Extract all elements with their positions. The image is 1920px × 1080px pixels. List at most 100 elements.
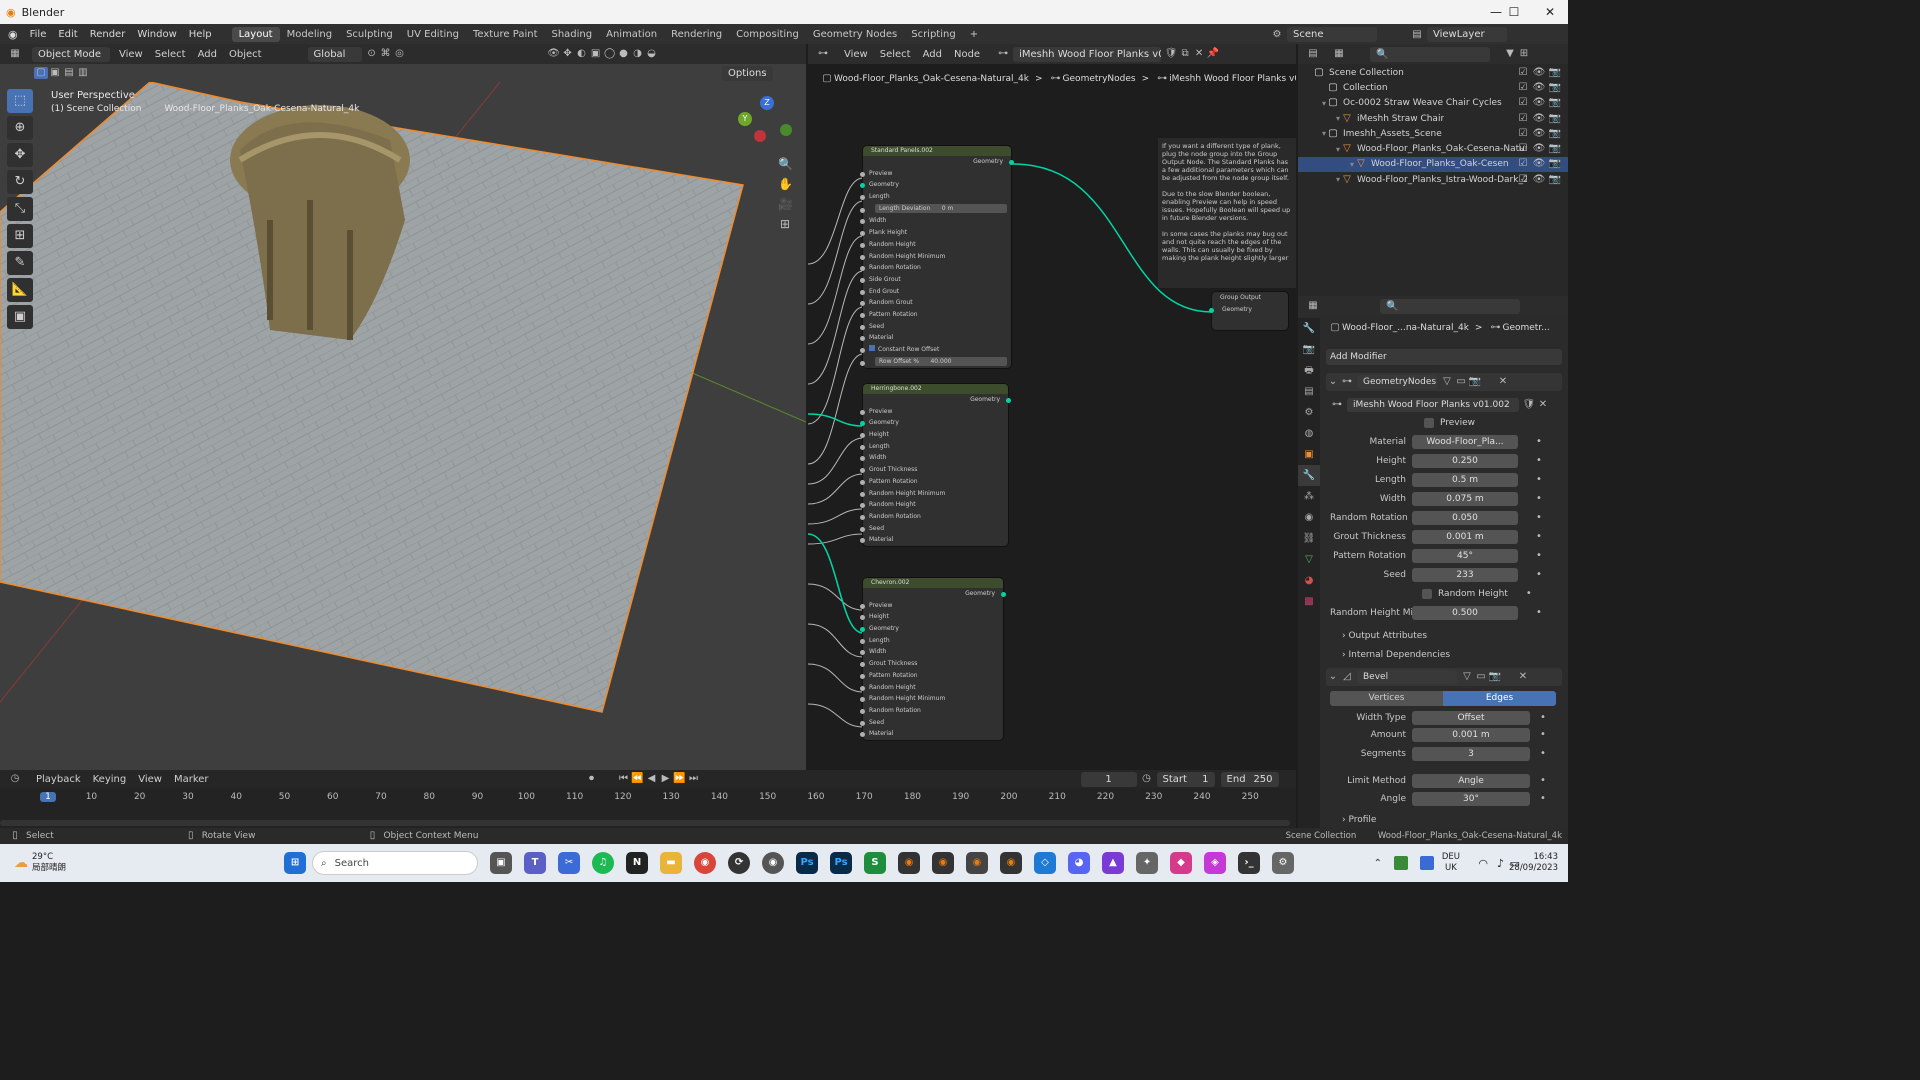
- unlink-icon[interactable]: ✕: [1536, 399, 1550, 411]
- remove-modifier-icon[interactable]: ✕: [1496, 376, 1510, 388]
- socket-dot[interactable]: [860, 697, 865, 703]
- visibility-icon[interactable]: 👁: [547, 48, 561, 60]
- profile-panel[interactable]: › Profile: [1342, 815, 1376, 825]
- bevel-name-field[interactable]: Bevel: [1357, 670, 1457, 684]
- node-socket-row[interactable]: Length Deviation 0 m: [860, 203, 1011, 216]
- node-menu-add[interactable]: Add: [917, 48, 948, 61]
- shading-solid-icon[interactable]: ●: [617, 48, 631, 60]
- field-value[interactable]: 0.001 m: [1412, 728, 1530, 742]
- annotate-tool-icon[interactable]: ✎: [7, 251, 33, 275]
- tab-scripting[interactable]: Scripting: [904, 27, 962, 42]
- field-value[interactable]: 0.500: [1412, 606, 1518, 620]
- tab-edges[interactable]: Edges: [1443, 691, 1556, 706]
- node-socket-row[interactable]: Pattern Rotation: [860, 309, 1011, 321]
- keyframe-dot-icon[interactable]: •: [1532, 512, 1546, 524]
- editor-type-icon[interactable]: ▦: [8, 48, 22, 60]
- socket-dot[interactable]: [860, 444, 865, 450]
- tab-rendering[interactable]: Rendering: [664, 27, 729, 42]
- close-icon[interactable]: ✕: [1532, 0, 1568, 24]
- new-collection-icon[interactable]: ⊞: [1517, 48, 1531, 60]
- grid-icon[interactable]: ⊞: [778, 218, 792, 230]
- tray-chevron-icon[interactable]: ⌃: [1374, 858, 1382, 869]
- socket-dot[interactable]: [860, 324, 865, 330]
- node-socket-row[interactable]: Side Grout: [860, 274, 1011, 286]
- tab-geometry-nodes[interactable]: Geometry Nodes: [806, 27, 904, 42]
- properties-search-input[interactable]: 🔍: [1380, 298, 1520, 314]
- node-socket-row[interactable]: Height: [860, 611, 1003, 623]
- keyframe-dot-icon[interactable]: •: [1536, 775, 1550, 787]
- menu-edit[interactable]: Edit: [52, 29, 83, 40]
- socket-dot[interactable]: [860, 433, 865, 439]
- add-modifier-button[interactable]: Add Modifier: [1326, 349, 1562, 365]
- socket-dot[interactable]: [860, 242, 865, 248]
- node-socket-row[interactable]: Preview: [860, 168, 1011, 180]
- field-value[interactable]: 30°: [1412, 792, 1530, 806]
- socket-dot[interactable]: [860, 638, 865, 644]
- fake-user-icon[interactable]: 🛡: [1164, 48, 1178, 60]
- node-socket-row[interactable]: Preview: [860, 406, 1008, 418]
- node-menu-select[interactable]: Select: [874, 48, 917, 61]
- socket-dot[interactable]: [860, 538, 865, 544]
- current-frame-field[interactable]: 1: [1080, 771, 1137, 787]
- node-socket-row[interactable]: Width: [860, 452, 1008, 464]
- tab-layout[interactable]: Layout: [231, 26, 280, 42]
- socket-dot[interactable]: [860, 720, 865, 726]
- expand-arrow-icon[interactable]: ▾: [1298, 99, 1326, 108]
- timeline-scrollbar[interactable]: [0, 820, 1290, 826]
- node-socket-row[interactable]: Random Height: [860, 499, 1008, 511]
- output-attributes-panel[interactable]: › Output Attributes: [1342, 631, 1427, 641]
- socket-dot[interactable]: [860, 503, 865, 509]
- blender-menu-icon[interactable]: ◉: [8, 28, 18, 41]
- node-socket-row[interactable]: Random Height Minimum: [860, 488, 1008, 500]
- outliner-item[interactable]: ▾ ▽ Wood-Floor_Planks_Oak-Cesena-Natura ☑ 👁…: [1298, 141, 1568, 156]
- pin-icon[interactable]: 📌: [1206, 48, 1220, 60]
- tab-modeling[interactable]: Modeling: [280, 27, 340, 42]
- node-socket-row[interactable]: Random Height Minimum: [860, 251, 1011, 263]
- checkbox-icon[interactable]: ☑: [1516, 113, 1530, 125]
- weather-icon[interactable]: ☁: [14, 855, 28, 871]
- socket-dot[interactable]: [860, 348, 865, 353]
- edit-mode-icon[interactable]: ▽: [1460, 671, 1474, 683]
- zoom-icon[interactable]: 🔍: [778, 158, 793, 170]
- object-tab-icon[interactable]: ▣: [1298, 444, 1320, 465]
- render-camera-icon[interactable]: 📷: [1548, 82, 1562, 94]
- add-cube-tool-icon[interactable]: ▣: [7, 305, 33, 329]
- node-socket-row[interactable]: Seed: [860, 523, 1008, 535]
- node-editor-type-icon[interactable]: ⊶: [816, 48, 830, 60]
- render-camera-icon[interactable]: 📷: [1548, 158, 1562, 170]
- outliner-item[interactable]: ▾ ▽ Wood-Floor_Planks_Oak-Cesen ☑ 👁 📷: [1298, 156, 1568, 173]
- pan-hand-icon[interactable]: ✋: [778, 178, 793, 190]
- node-socket-row[interactable]: Material: [860, 728, 1003, 740]
- socket-dot[interactable]: [860, 336, 865, 342]
- overlay-icon[interactable]: ◐: [575, 48, 589, 60]
- keyframe-dot-icon[interactable]: •: [1536, 729, 1550, 741]
- unlink-icon[interactable]: ✕: [1192, 48, 1206, 60]
- edit-mode-icon[interactable]: ▽: [1440, 376, 1454, 388]
- gizmo-icon[interactable]: ✥: [561, 48, 575, 60]
- remove-modifier-icon[interactable]: ✕: [1516, 671, 1530, 683]
- socket-dot[interactable]: [860, 468, 865, 474]
- render-icon[interactable]: 📷: [1468, 376, 1482, 388]
- socket-dot[interactable]: [860, 301, 865, 307]
- 3d-viewport[interactable]: User Perspective (1) Scene Collection Wo…: [0, 82, 806, 770]
- field-value[interactable]: 3: [1412, 747, 1530, 761]
- field-value[interactable]: Angle: [1412, 774, 1530, 788]
- collapse-arrow-icon[interactable]: ⌄: [1326, 376, 1340, 388]
- photoshop2-icon[interactable]: Ps: [830, 852, 853, 874]
- next-key-icon[interactable]: ⏩: [673, 773, 687, 785]
- socket-dot[interactable]: [860, 685, 865, 691]
- texture-tab-icon[interactable]: ▩: [1298, 591, 1320, 612]
- node-group-selector[interactable]: iMeshh Wood Floor Planks v01.002: [1347, 398, 1519, 412]
- node-socket-row[interactable]: Random Rotation: [860, 705, 1003, 717]
- socket-dot[interactable]: [860, 312, 865, 318]
- weather-widget[interactable]: 29°C 局部晴朗: [32, 852, 66, 874]
- wifi-icon[interactable]: ◠: [1478, 857, 1488, 870]
- measure-tool-icon[interactable]: 📐: [7, 278, 33, 302]
- jump-start-icon[interactable]: ⏮: [617, 773, 631, 785]
- keyframe-dot-icon[interactable]: •: [1532, 493, 1546, 505]
- node-socket-row[interactable]: Random Grout: [860, 297, 1011, 309]
- teams-icon[interactable]: T: [524, 852, 547, 874]
- node-socket-row[interactable]: Seed: [860, 717, 1003, 729]
- app-icon-4[interactable]: ◈: [1204, 852, 1227, 874]
- node-socket-row[interactable]: Pattern Rotation: [860, 670, 1003, 682]
